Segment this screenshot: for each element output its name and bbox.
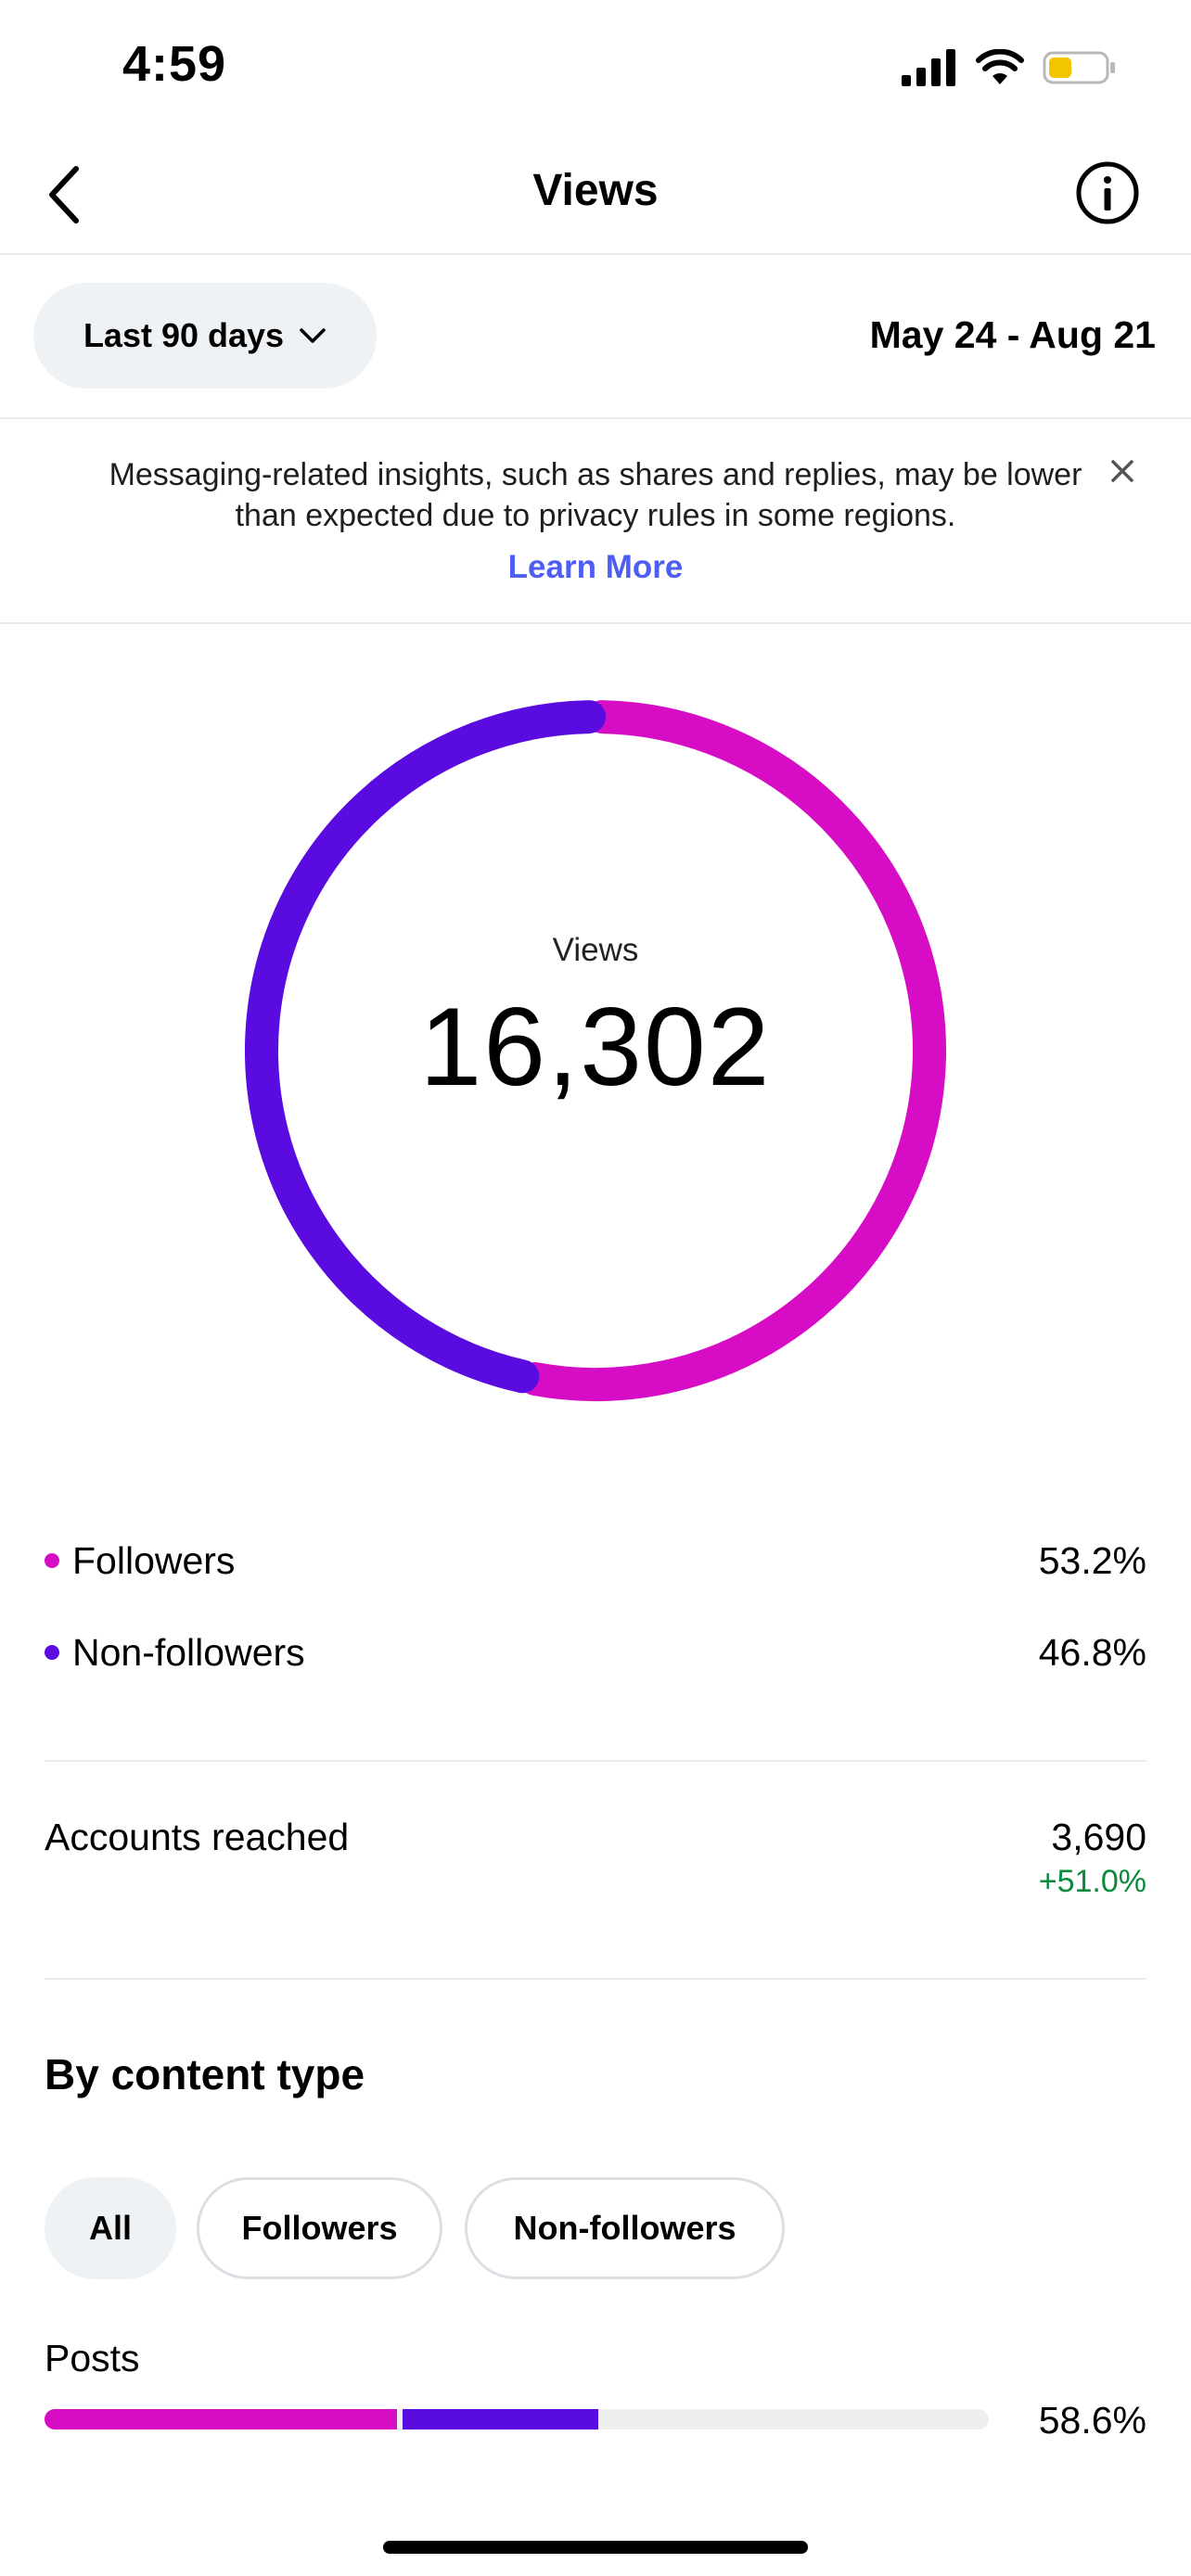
status-time: 4:59 xyxy=(122,36,227,92)
legend-row-followers: Followers 53.2% xyxy=(45,1533,1146,1588)
donut-center-value: 16,302 xyxy=(419,985,772,1109)
section-divider xyxy=(45,1978,1146,1980)
legend-row-non-followers: Non-followers 46.8% xyxy=(45,1625,1146,1680)
legend-percent: 46.8% xyxy=(1038,1630,1146,1674)
donut-center-label: Views xyxy=(552,932,639,968)
legend-percent: 53.2% xyxy=(1038,1538,1146,1582)
content-type-title: By content type xyxy=(45,2050,365,2098)
battery-icon xyxy=(1043,51,1115,84)
filter-chip-non-followers[interactable]: Non-followers xyxy=(465,2177,785,2279)
non-followers-dot xyxy=(45,1645,59,1660)
info-button[interactable] xyxy=(1070,156,1145,230)
wifi-icon xyxy=(976,49,1024,84)
home-indicator xyxy=(383,2541,808,2554)
page-title: Views xyxy=(532,166,659,215)
legend-label: Followers xyxy=(72,1538,236,1582)
posts-bar-non-followers xyxy=(402,2409,598,2429)
close-notice-button[interactable] xyxy=(1095,443,1150,499)
status-icons xyxy=(902,46,1117,89)
period-label: Last 90 days xyxy=(83,316,285,354)
legend-label: Non-followers xyxy=(72,1630,305,1674)
section-divider xyxy=(45,1760,1146,1762)
learn-more-link[interactable]: Learn More xyxy=(0,549,1191,586)
date-range: May 24 - Aug 21 xyxy=(869,313,1156,356)
followers-dot xyxy=(45,1553,59,1568)
posts-bar xyxy=(45,2409,989,2429)
notice-text: Messaging-related insights, such as shar… xyxy=(109,457,1082,533)
close-icon xyxy=(1111,460,1133,482)
posts-label: Posts xyxy=(45,2337,140,2379)
cellular-signal-icon xyxy=(902,49,955,86)
notice-divider xyxy=(0,622,1191,624)
posts-percent: 58.6% xyxy=(1038,2399,1146,2442)
accounts-reached-change: +51.0% xyxy=(1038,1864,1146,1899)
filter-chip-followers[interactable]: Followers xyxy=(197,2177,442,2279)
chevron-down-icon xyxy=(300,328,326,343)
header-divider xyxy=(0,253,1191,255)
accounts-reached-value: 3,690 xyxy=(1051,1816,1146,1858)
filter-chip-all[interactable]: All xyxy=(45,2177,176,2279)
info-icon xyxy=(1076,161,1139,224)
accounts-reached-label: Accounts reached xyxy=(45,1816,350,1858)
period-dropdown[interactable]: Last 90 days xyxy=(33,283,377,389)
posts-bar-followers xyxy=(45,2409,397,2429)
